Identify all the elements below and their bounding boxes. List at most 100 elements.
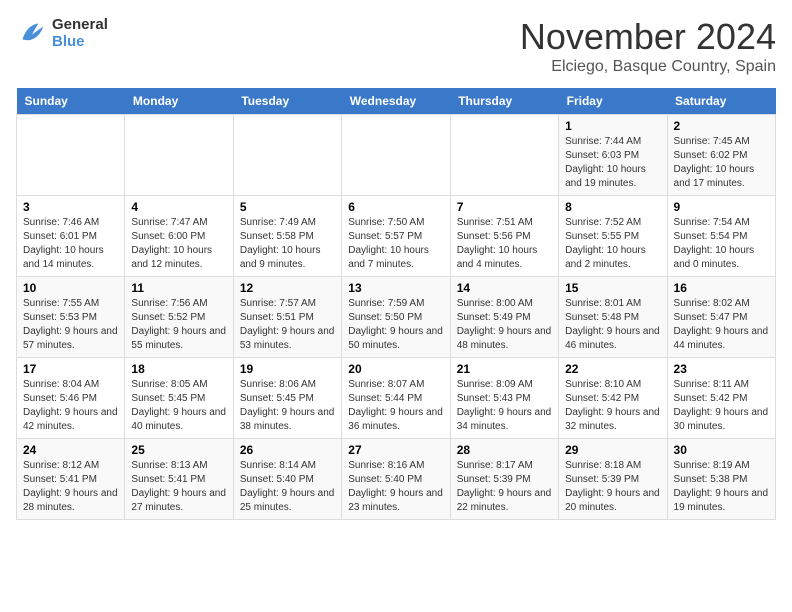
calendar-week-4: 17 Sunrise: 8:04 AM Sunset: 5:46 PM Dayli…: [17, 358, 776, 439]
day-content: Sunrise: 7:46 AM Sunset: 6:01 PM Dayligh…: [23, 216, 118, 272]
day-number: 7: [457, 200, 552, 214]
day-number: 6: [348, 200, 443, 214]
calendar-cell: 11Sunrise: 7:56 AM Sunset: 5:52 PM Dayli…: [125, 277, 233, 358]
day-number: 16: [674, 281, 769, 295]
title-block: November 2024 Elciego, Basque Country, S…: [520, 16, 776, 76]
calendar-table: SundayMondayTuesdayWednesdayThursdayFrid…: [16, 88, 776, 520]
day-number: 9: [674, 200, 769, 214]
calendar-cell: 28Sunrise: 8:17 AM Sunset: 5:39 PM Dayli…: [450, 439, 558, 520]
day-content: Sunrise: 8:04 AM Sunset: 5:46 PM Dayligh…: [23, 378, 118, 434]
day-content: Sunrise: 7:57 AM Sunset: 5:51 PM Dayligh…: [240, 297, 335, 353]
calendar-cell: 5 Sunrise: 7:49 AM Sunset: 5:58 PM Daylig…: [233, 196, 341, 277]
calendar-cell: 10Sunrise: 7:55 AM Sunset: 5:53 PM Dayli…: [17, 277, 125, 358]
day-content: Sunrise: 7:49 AM Sunset: 5:58 PM Dayligh…: [240, 216, 335, 272]
calendar-cell: 7 Sunrise: 7:51 AM Sunset: 5:56 PM Daylig…: [450, 196, 558, 277]
day-number: 27: [348, 443, 443, 457]
calendar-cell: 6 Sunrise: 7:50 AM Sunset: 5:57 PM Daylig…: [342, 196, 450, 277]
day-content: Sunrise: 7:50 AM Sunset: 5:57 PM Dayligh…: [348, 216, 443, 272]
calendar-cell: [17, 115, 125, 196]
calendar-cell: 29Sunrise: 8:18 AM Sunset: 5:39 PM Dayli…: [559, 439, 667, 520]
calendar-cell: 4 Sunrise: 7:47 AM Sunset: 6:00 PM Daylig…: [125, 196, 233, 277]
day-number: 5: [240, 200, 335, 214]
calendar-cell: [125, 115, 233, 196]
day-content: Sunrise: 7:45 AM Sunset: 6:02 PM Dayligh…: [674, 135, 769, 191]
calendar-cell: 25Sunrise: 8:13 AM Sunset: 5:41 PM Dayli…: [125, 439, 233, 520]
day-number: 25: [131, 443, 226, 457]
header: General Blue November 2024 Elciego, Basq…: [16, 16, 776, 76]
day-number: 17: [23, 362, 118, 376]
day-content: Sunrise: 8:11 AM Sunset: 5:42 PM Dayligh…: [674, 378, 769, 434]
day-content: Sunrise: 8:12 AM Sunset: 5:41 PM Dayligh…: [23, 459, 118, 515]
calendar-cell: [233, 115, 341, 196]
day-number: 19: [240, 362, 335, 376]
weekday-header-wednesday: Wednesday: [342, 88, 450, 115]
calendar-cell: 13Sunrise: 7:59 AM Sunset: 5:50 PM Dayli…: [342, 277, 450, 358]
calendar-cell: 22 Sunrise: 8:10 AM Sunset: 5:42 PM Dayli…: [559, 358, 667, 439]
day-content: Sunrise: 7:47 AM Sunset: 6:00 PM Dayligh…: [131, 216, 226, 272]
day-number: 15: [565, 281, 660, 295]
day-number: 12: [240, 281, 335, 295]
calendar-cell: 21Sunrise: 8:09 AM Sunset: 5:43 PM Dayli…: [450, 358, 558, 439]
calendar-cell: 24 Sunrise: 8:12 AM Sunset: 5:41 PM Dayli…: [17, 439, 125, 520]
day-content: Sunrise: 8:16 AM Sunset: 5:40 PM Dayligh…: [348, 459, 443, 515]
day-number: 30: [674, 443, 769, 457]
calendar-cell: 23 Sunrise: 8:11 AM Sunset: 5:42 PM Dayli…: [667, 358, 775, 439]
day-content: Sunrise: 8:02 AM Sunset: 5:47 PM Dayligh…: [674, 297, 769, 353]
calendar-cell: 27 Sunrise: 8:16 AM Sunset: 5:40 PM Dayli…: [342, 439, 450, 520]
day-number: 3: [23, 200, 118, 214]
day-content: Sunrise: 8:14 AM Sunset: 5:40 PM Dayligh…: [240, 459, 335, 515]
month-title: November 2024: [520, 16, 776, 58]
day-content: Sunrise: 8:17 AM Sunset: 5:39 PM Dayligh…: [457, 459, 552, 515]
day-content: Sunrise: 8:05 AM Sunset: 5:45 PM Dayligh…: [131, 378, 226, 434]
weekday-header-sunday: Sunday: [17, 88, 125, 115]
calendar-cell: 17 Sunrise: 8:04 AM Sunset: 5:46 PM Dayli…: [17, 358, 125, 439]
calendar-cell: 3 Sunrise: 7:46 AM Sunset: 6:01 PM Daylig…: [17, 196, 125, 277]
weekday-header-friday: Friday: [559, 88, 667, 115]
calendar-cell: 30 Sunrise: 8:19 AM Sunset: 5:38 PM Dayli…: [667, 439, 775, 520]
calendar-week-2: 3 Sunrise: 7:46 AM Sunset: 6:01 PM Daylig…: [17, 196, 776, 277]
calendar-cell: 2Sunrise: 7:45 AM Sunset: 6:02 PM Daylig…: [667, 115, 775, 196]
day-number: 14: [457, 281, 552, 295]
weekday-header-saturday: Saturday: [667, 88, 775, 115]
location-subtitle: Elciego, Basque Country, Spain: [520, 58, 776, 76]
day-content: Sunrise: 8:06 AM Sunset: 5:45 PM Dayligh…: [240, 378, 335, 434]
calendar-cell: 14Sunrise: 8:00 AM Sunset: 5:49 PM Dayli…: [450, 277, 558, 358]
day-number: 1: [565, 119, 660, 133]
day-number: 11: [131, 281, 226, 295]
day-content: Sunrise: 8:07 AM Sunset: 5:44 PM Dayligh…: [348, 378, 443, 434]
day-number: 22: [565, 362, 660, 376]
day-number: 10: [23, 281, 118, 295]
day-number: 4: [131, 200, 226, 214]
day-content: Sunrise: 8:09 AM Sunset: 5:43 PM Dayligh…: [457, 378, 552, 434]
day-number: 18: [131, 362, 226, 376]
day-number: 23: [674, 362, 769, 376]
calendar-cell: [342, 115, 450, 196]
day-content: Sunrise: 7:52 AM Sunset: 5:55 PM Dayligh…: [565, 216, 660, 272]
day-content: Sunrise: 7:59 AM Sunset: 5:50 PM Dayligh…: [348, 297, 443, 353]
calendar-cell: 26 Sunrise: 8:14 AM Sunset: 5:40 PM Dayli…: [233, 439, 341, 520]
day-content: Sunrise: 8:19 AM Sunset: 5:38 PM Dayligh…: [674, 459, 769, 515]
calendar-cell: 19 Sunrise: 8:06 AM Sunset: 5:45 PM Dayli…: [233, 358, 341, 439]
calendar-week-5: 24 Sunrise: 8:12 AM Sunset: 5:41 PM Dayli…: [17, 439, 776, 520]
day-number: 26: [240, 443, 335, 457]
day-content: Sunrise: 8:10 AM Sunset: 5:42 PM Dayligh…: [565, 378, 660, 434]
day-number: 20: [348, 362, 443, 376]
calendar-cell: 9Sunrise: 7:54 AM Sunset: 5:54 PM Daylig…: [667, 196, 775, 277]
calendar-cell: 16 Sunrise: 8:02 AM Sunset: 5:47 PM Dayli…: [667, 277, 775, 358]
day-number: 24: [23, 443, 118, 457]
calendar-cell: 12 Sunrise: 7:57 AM Sunset: 5:51 PM Dayli…: [233, 277, 341, 358]
calendar-cell: 1Sunrise: 7:44 AM Sunset: 6:03 PM Daylig…: [559, 115, 667, 196]
weekday-header-tuesday: Tuesday: [233, 88, 341, 115]
calendar-cell: [450, 115, 558, 196]
day-content: Sunrise: 8:01 AM Sunset: 5:48 PM Dayligh…: [565, 297, 660, 353]
weekday-header-monday: Monday: [125, 88, 233, 115]
logo-icon: [16, 17, 48, 49]
calendar-cell: 18 Sunrise: 8:05 AM Sunset: 5:45 PM Dayli…: [125, 358, 233, 439]
calendar-cell: 15 Sunrise: 8:01 AM Sunset: 5:48 PM Dayli…: [559, 277, 667, 358]
day-number: 29: [565, 443, 660, 457]
calendar-week-1: 1Sunrise: 7:44 AM Sunset: 6:03 PM Daylig…: [17, 115, 776, 196]
calendar-week-3: 10Sunrise: 7:55 AM Sunset: 5:53 PM Dayli…: [17, 277, 776, 358]
day-number: 8: [565, 200, 660, 214]
day-content: Sunrise: 7:51 AM Sunset: 5:56 PM Dayligh…: [457, 216, 552, 272]
weekday-header-thursday: Thursday: [450, 88, 558, 115]
